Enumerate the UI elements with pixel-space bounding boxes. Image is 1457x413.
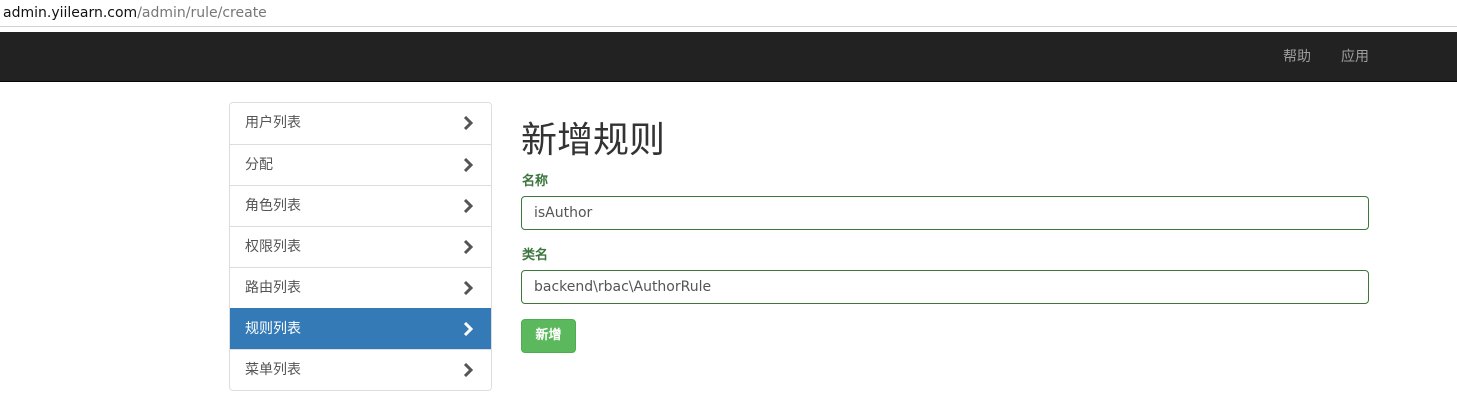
create-button[interactable]: 新增: [521, 319, 576, 353]
page-title: 新增规则: [521, 120, 666, 161]
address-bar[interactable]: admin.yiilearn.com/admin/rule/create: [0, 0, 1457, 27]
sidebar-item-label: 规则列表: [245, 321, 301, 337]
nav-help-link[interactable]: 帮助: [1283, 32, 1311, 82]
sidebar-item-menus[interactable]: 菜单列表: [230, 349, 491, 390]
address-path: /admin/rule/create: [137, 5, 267, 21]
sidebar-item-label: 分配: [245, 157, 273, 173]
chevron-right-icon: [463, 322, 473, 336]
chevron-right-icon: [463, 158, 473, 172]
sidebar-item-label: 路由列表: [245, 280, 301, 296]
name-field-label: 名称: [522, 174, 549, 189]
sidebar-list: 用户列表 分配 角色列表 权限列表 路由列表 规则列表 菜单列表: [229, 102, 492, 391]
top-navbar: 帮助 应用: [0, 32, 1457, 82]
sidebar-item-permissions[interactable]: 权限列表: [230, 226, 491, 267]
sidebar-item-roles[interactable]: 角色列表: [230, 185, 491, 226]
sidebar-item-routes[interactable]: 路由列表: [230, 267, 491, 308]
sidebar-item-label: 用户列表: [245, 115, 301, 131]
chevron-right-icon: [463, 240, 473, 254]
chevron-right-icon: [463, 281, 473, 295]
chevron-right-icon: [463, 363, 473, 377]
chevron-right-icon: [463, 116, 473, 130]
name-input[interactable]: [521, 196, 1369, 230]
class-name-input[interactable]: [521, 270, 1369, 304]
sidebar-item-rules[interactable]: 规则列表: [230, 308, 491, 349]
address-host: admin.yiilearn.com: [3, 5, 138, 21]
class-name-field-label: 类名: [522, 248, 549, 263]
chevron-right-icon: [463, 199, 473, 213]
sidebar-item-label: 角色列表: [245, 198, 301, 214]
nav-apps-link[interactable]: 应用: [1341, 32, 1369, 82]
sidebar-item-label: 菜单列表: [245, 362, 301, 378]
sidebar-item-users[interactable]: 用户列表: [230, 103, 491, 144]
sidebar-item-label: 权限列表: [245, 239, 301, 255]
sidebar-item-assignment[interactable]: 分配: [230, 144, 491, 185]
